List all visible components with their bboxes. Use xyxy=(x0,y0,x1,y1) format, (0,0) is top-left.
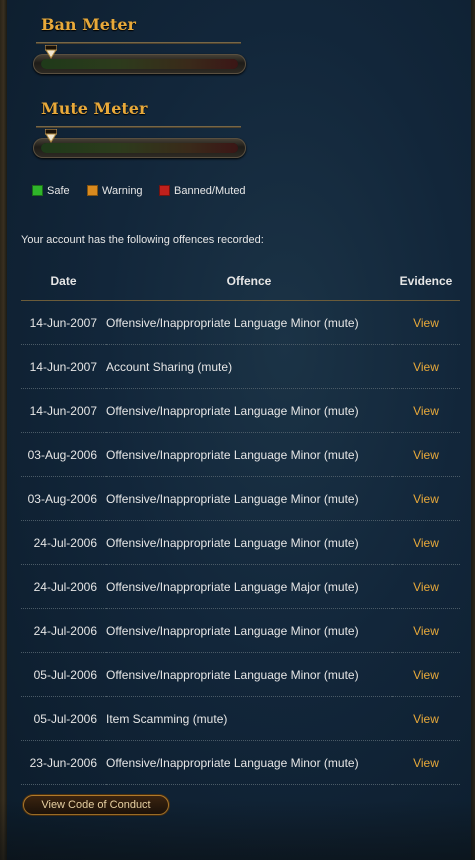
evidence-cell: View xyxy=(392,740,460,785)
offences-table: Date Offence Evidence 14-Jun-2007 Offensi… xyxy=(21,262,460,785)
mute-meter-pointer-icon xyxy=(45,129,57,143)
ban-meter-divider xyxy=(36,42,241,44)
offence-description: Offensive/Inappropriate Language Minor (… xyxy=(106,476,392,521)
mute-meter-fill xyxy=(41,143,238,153)
banned-swatch-icon xyxy=(159,185,170,196)
view-evidence-link[interactable]: View xyxy=(413,316,439,330)
offence-description: Offensive/Inappropriate Language Minor (… xyxy=(106,300,392,345)
ban-meter xyxy=(33,45,246,74)
legend-item-safe: Safe xyxy=(32,185,70,197)
evidence-cell: View xyxy=(392,476,460,521)
offence-date: 14-Jun-2007 xyxy=(21,344,106,389)
table-row: 03-Aug-2006 Offensive/Inappropriate Langu… xyxy=(21,476,460,521)
column-header-evidence: Evidence xyxy=(392,262,460,301)
view-evidence-link[interactable]: View xyxy=(413,536,439,550)
ban-meter-track xyxy=(41,59,238,69)
offence-date: 05-Jul-2006 xyxy=(21,652,106,697)
table-row: 24-Jul-2006 Offensive/Inappropriate Langu… xyxy=(21,608,460,653)
ban-meter-title: Ban Meter xyxy=(41,15,136,34)
column-header-date: Date xyxy=(21,262,106,301)
offence-date: 23-Jun-2006 xyxy=(21,740,106,785)
legend-label-banned-muted: Banned/Muted xyxy=(174,185,246,197)
table-row: 14-Jun-2007 Account Sharing (mute) View xyxy=(21,344,460,389)
legend-label-warning: Warning xyxy=(102,185,143,197)
offence-description: Offensive/Inappropriate Language Major (… xyxy=(106,564,392,609)
legend-item-warning: Warning xyxy=(87,185,143,197)
evidence-cell: View xyxy=(392,652,460,697)
right-frame-border xyxy=(471,0,475,860)
evidence-cell: View xyxy=(392,608,460,653)
offence-date: 05-Jul-2006 xyxy=(21,696,106,741)
offences-intro-text: Your account has the following offences … xyxy=(21,234,264,246)
left-frame-border xyxy=(0,0,7,860)
mute-meter xyxy=(33,129,246,158)
decorative-ground xyxy=(0,800,475,860)
offence-description: Offensive/Inappropriate Language Minor (… xyxy=(106,652,392,697)
evidence-cell: View xyxy=(392,344,460,389)
offence-description: Item Scamming (mute) xyxy=(106,696,392,741)
offence-date: 03-Aug-2006 xyxy=(21,432,106,477)
table-row: 03-Aug-2006 Offensive/Inappropriate Langu… xyxy=(21,432,460,477)
view-evidence-link[interactable]: View xyxy=(413,712,439,726)
offence-date: 24-Jul-2006 xyxy=(21,564,106,609)
legend-label-safe: Safe xyxy=(47,185,70,197)
warning-swatch-icon xyxy=(87,185,98,196)
evidence-cell: View xyxy=(392,696,460,741)
table-row: 24-Jul-2006 Offensive/Inappropriate Langu… xyxy=(21,564,460,609)
ban-meter-fill xyxy=(41,59,238,69)
view-evidence-link[interactable]: View xyxy=(413,492,439,506)
evidence-cell: View xyxy=(392,388,460,433)
view-evidence-link[interactable]: View xyxy=(413,624,439,638)
mute-meter-divider xyxy=(36,126,241,128)
offence-description: Offensive/Inappropriate Language Minor (… xyxy=(106,608,392,653)
offence-date: 14-Jun-2007 xyxy=(21,300,106,345)
offence-date: 03-Aug-2006 xyxy=(21,476,106,521)
view-evidence-link[interactable]: View xyxy=(413,360,439,374)
offence-description: Account Sharing (mute) xyxy=(106,344,392,389)
view-evidence-link[interactable]: View xyxy=(413,580,439,594)
mute-meter-title: Mute Meter xyxy=(41,99,148,118)
view-evidence-link[interactable]: View xyxy=(413,404,439,418)
offence-description: Offensive/Inappropriate Language Minor (… xyxy=(106,740,392,785)
evidence-cell: View xyxy=(392,520,460,565)
table-row: 24-Jul-2006 Offensive/Inappropriate Langu… xyxy=(21,520,460,565)
legend-item-banned-muted: Banned/Muted xyxy=(159,185,246,197)
offence-date: 14-Jun-2007 xyxy=(21,388,106,433)
view-evidence-link[interactable]: View xyxy=(413,448,439,462)
offence-date: 24-Jul-2006 xyxy=(21,608,106,653)
table-row: 14-Jun-2007 Offensive/Inappropriate Langu… xyxy=(21,388,460,433)
view-evidence-link[interactable]: View xyxy=(413,668,439,682)
view-evidence-link[interactable]: View xyxy=(413,756,439,770)
offence-description: Offensive/Inappropriate Language Minor (… xyxy=(106,388,392,433)
offence-description: Offensive/Inappropriate Language Minor (… xyxy=(106,520,392,565)
evidence-cell: View xyxy=(392,564,460,609)
offence-description: Offensive/Inappropriate Language Minor (… xyxy=(106,432,392,477)
offences-table-body: 14-Jun-2007 Offensive/Inappropriate Langu… xyxy=(21,300,460,785)
table-row: 05-Jul-2006 Offensive/Inappropriate Langu… xyxy=(21,652,460,697)
mute-meter-track xyxy=(41,143,238,153)
table-row: 05-Jul-2006 Item Scamming (mute) View xyxy=(21,696,460,741)
safe-swatch-icon xyxy=(32,185,43,196)
offence-date: 24-Jul-2006 xyxy=(21,520,106,565)
table-header-row: Date Offence Evidence xyxy=(21,262,460,301)
evidence-cell: View xyxy=(392,432,460,477)
table-row: 14-Jun-2007 Offensive/Inappropriate Langu… xyxy=(21,300,460,345)
evidence-cell: View xyxy=(392,300,460,345)
column-header-offence: Offence xyxy=(106,262,392,301)
table-row: 23-Jun-2006 Offensive/Inappropriate Langu… xyxy=(21,740,460,785)
ban-meter-pointer-icon xyxy=(45,45,57,59)
